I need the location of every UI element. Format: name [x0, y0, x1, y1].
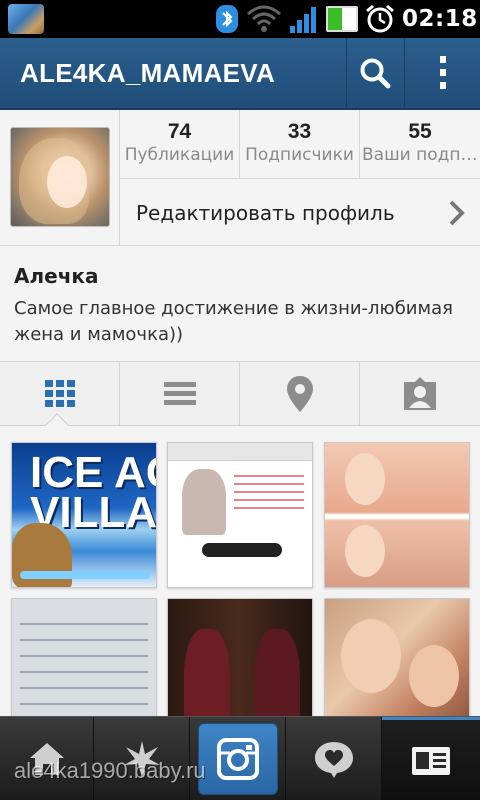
photo-thumbnail-website[interactable]	[167, 442, 313, 588]
profile-card-icon	[412, 746, 450, 775]
instagram-profile-screen: 02:18 ALE4KA_MAMAEVA 74 Публикации 33 По…	[0, 0, 480, 800]
more-options-button[interactable]	[404, 38, 480, 108]
app-header: ALE4KA_MAMAEVA	[0, 38, 480, 110]
posts-count-label: Публикации	[124, 145, 235, 165]
edit-profile-button[interactable]: Редактировать профиль	[120, 178, 480, 245]
profile-bio-text: Самое главное достижение в жизни-любимая…	[14, 298, 453, 345]
battery-icon	[326, 6, 358, 32]
grid-view-icon	[44, 379, 75, 407]
tagged-person-icon	[404, 376, 436, 410]
camera-icon	[216, 738, 259, 780]
posts-count[interactable]: 74 Публикации	[120, 110, 240, 178]
nav-camera[interactable]	[190, 717, 286, 800]
more-vert-icon	[439, 56, 446, 89]
bottom-navigation	[0, 716, 480, 800]
profile-summary: 74 Публикации 33 Подписчики 55 Ваши подп…	[0, 110, 480, 246]
alarm-icon	[366, 4, 394, 33]
photo-thumbnail-ice-age[interactable]: ICE AGE VILLAGE	[11, 442, 157, 588]
nav-home[interactable]	[0, 717, 94, 800]
activity-heart-icon	[314, 742, 353, 778]
photo-thumbnail-chat[interactable]	[11, 598, 157, 716]
signal-icon	[290, 7, 316, 33]
explore-star-icon	[123, 741, 160, 777]
photo-thumbnail-collage[interactable]	[324, 442, 470, 588]
posts-count-value: 74	[167, 120, 192, 143]
nav-profile[interactable]	[382, 717, 480, 800]
nav-activity[interactable]	[286, 717, 382, 800]
nav-explore[interactable]	[94, 717, 190, 800]
app-notification-icon	[8, 4, 44, 34]
home-icon	[29, 743, 64, 775]
following-count-label: Ваши подписки	[362, 145, 480, 165]
clock: 02:18	[402, 6, 478, 32]
following-count-value: 55	[408, 120, 432, 143]
photo-thumbnail-mirror-selfie[interactable]	[167, 598, 313, 716]
photo-caption: ICE AGE VILLAGE	[30, 448, 157, 537]
map-pin-icon	[286, 375, 313, 412]
tab-list[interactable]	[120, 362, 240, 425]
status-bar: 02:18	[0, 0, 480, 38]
avatar[interactable]	[10, 127, 110, 227]
wifi-icon	[247, 5, 281, 32]
tab-tagged[interactable]	[360, 362, 480, 425]
photo-grid: ICE AGE VILLAGE	[0, 426, 480, 716]
photo-thumbnail-mother-child[interactable]	[324, 598, 470, 716]
profile-bio: Алечка Самое главное достижение в жизни-…	[0, 246, 480, 362]
profile-username: ALE4KA_MAMAEVA	[20, 58, 276, 88]
tab-map[interactable]	[240, 362, 360, 425]
profile-name: Алечка	[14, 264, 99, 288]
followers-count-label: Подписчики	[245, 145, 354, 165]
chevron-right-icon	[449, 200, 465, 226]
followers-count-value: 33	[287, 120, 312, 143]
bluetooth-icon	[216, 5, 238, 33]
edit-profile-label: Редактировать профиль	[136, 201, 395, 225]
view-tabs	[0, 362, 480, 439]
followers-count[interactable]: 33 Подписчики	[240, 110, 360, 178]
search-icon	[360, 58, 390, 89]
list-view-icon	[163, 381, 196, 405]
search-button[interactable]	[346, 38, 402, 108]
following-count[interactable]: 55 Ваши подписки	[360, 110, 480, 178]
